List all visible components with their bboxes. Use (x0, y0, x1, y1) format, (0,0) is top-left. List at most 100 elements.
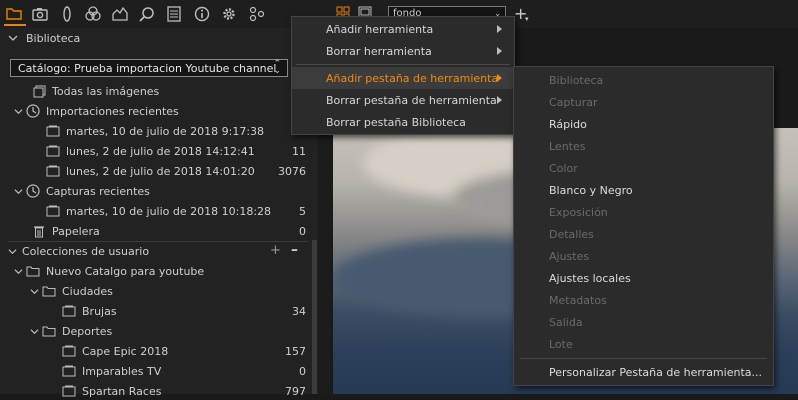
context-menu: Añadir herramienta Borrar herramienta Añ… (291, 16, 515, 135)
menu-separator (296, 64, 510, 65)
list-item-count: 0 (299, 224, 306, 238)
chevron-down-icon[interactable] (14, 187, 26, 196)
user-collections-header[interactable]: Colecciones de usuario + – (8, 242, 318, 260)
camera-icon[interactable] (31, 5, 49, 23)
menu-item-remove-library-tab[interactable]: Borrar pestaña Biblioteca (292, 111, 514, 133)
menu-item-add-tool-tab[interactable]: Añadir pestaña de herramienta (292, 67, 514, 89)
submenu-item-label: Color (549, 161, 578, 175)
submenu-item-exposicion: Exposición (514, 201, 773, 223)
submenu-item-label: Personalizar Pestaña de herramienta... (549, 365, 762, 379)
album-icon (62, 344, 76, 358)
collection-count: 0 (299, 364, 306, 378)
list-item-label: martes, 10 de julio de 2018 10:18:28 (66, 204, 272, 218)
submenu-item-label: Biblioteca (549, 73, 604, 87)
catalog-select[interactable]: Catálogo: Prueba importacion Youtube cha… (10, 59, 288, 77)
list-item-label: martes, 10 de julio de 2018 9:17:38 (66, 124, 265, 138)
menu-item-remove-tool-tab[interactable]: Borrar pestaña de herramienta (292, 89, 514, 111)
submenu-item-label: Ajustes (549, 249, 590, 263)
collection-group[interactable]: Deportes (30, 322, 318, 340)
submenu-item-label: Ajustes locales (549, 271, 631, 285)
submenu-item-color: Color (514, 157, 773, 179)
submenu-item-label: Exposición (549, 205, 608, 219)
collection-album[interactable]: Spartan Races 797 (62, 382, 318, 400)
collection-label: Cape Epic 2018 (82, 344, 169, 358)
chevron-down-icon[interactable] (30, 327, 42, 336)
collection-album[interactable]: Cape Epic 2018 157 (62, 342, 318, 360)
list-item-capture[interactable]: martes, 10 de julio de 2018 10:18:28 5 (46, 202, 318, 220)
list-item-label: Papelera (52, 224, 100, 238)
details-icon[interactable] (165, 5, 183, 23)
submenu-item-label: Metadatos (549, 293, 607, 307)
submenu-item-label: Blanco y Negro (549, 183, 633, 197)
collection-count: 34 (292, 304, 306, 318)
collection-label: Nuevo Catalgo para youtube (46, 264, 205, 278)
image-stack-icon (46, 204, 60, 218)
library-section-title: Biblioteca (26, 32, 81, 45)
submenu-item-biblioteca: Biblioteca (514, 69, 773, 91)
info-icon[interactable] (193, 5, 211, 23)
list-item-recent-captures[interactable]: Capturas recientes (14, 182, 318, 200)
collection-group[interactable]: Ciudades (30, 282, 318, 300)
plugins-icon[interactable] (248, 5, 266, 23)
chevron-down-icon[interactable] (14, 267, 26, 276)
list-item-label: Todas las imágenes (52, 84, 160, 98)
list-item-trash[interactable]: Papelera 0 (32, 222, 318, 240)
collection-project[interactable]: Nuevo Catalgo para youtube (14, 262, 318, 280)
submenu-item-customize[interactable]: Personalizar Pestaña de herramienta... (514, 361, 773, 383)
submenu-item-ajustes: Ajustes (514, 245, 773, 267)
submenu-arrow-icon (497, 74, 502, 82)
list-item-import[interactable]: lunes, 2 de julio de 2018 14:01:20 3076 (46, 162, 318, 180)
album-icon (62, 364, 76, 378)
submenu-item-metadatos: Metadatos (514, 289, 773, 311)
menu-separator (520, 358, 767, 359)
list-item-label: Importaciones recientes (46, 104, 179, 118)
list-item-count: 11 (292, 144, 306, 158)
collection-label: Spartan Races (82, 384, 162, 398)
menu-item-label: Borrar herramienta (326, 44, 432, 58)
submenu-item-label: Salida (549, 315, 583, 329)
submenu-item-rapido[interactable]: Rápido (514, 113, 773, 135)
library-scrollbar[interactable] (312, 240, 317, 394)
add-collection-icon[interactable]: + (270, 243, 281, 258)
exposure-icon[interactable] (111, 5, 129, 23)
list-item-label: lunes, 2 de julio de 2018 14:01:20 (66, 164, 255, 178)
menu-item-label: Añadir pestaña de herramienta (326, 71, 499, 85)
collection-album[interactable]: Imparables TV 0 (62, 362, 318, 380)
list-item-recent-imports[interactable]: Importaciones recientes (14, 102, 318, 120)
chevron-down-icon[interactable] (8, 247, 22, 256)
folder-icon (42, 284, 56, 298)
submenu-item-blanco-y-negro[interactable]: Blanco y Negro (514, 179, 773, 201)
select-arrows-icon: ⌃ ⌄ (273, 59, 281, 76)
menu-item-add-tool[interactable]: Añadir herramienta (292, 18, 514, 40)
submenu-arrow-icon (497, 47, 502, 55)
library-section-header[interactable]: Biblioteca (0, 28, 318, 50)
chevron-down-icon[interactable] (30, 287, 42, 296)
collection-count: 157 (285, 344, 306, 358)
list-item-all-images[interactable]: Todas las imágenes 30 (32, 82, 318, 100)
image-stack-icon (46, 164, 60, 178)
list-item-import[interactable]: martes, 10 de julio de 2018 9:17:38 8 (46, 122, 318, 140)
user-collections-title: Colecciones de usuario (22, 244, 150, 258)
list-item-count: 5 (299, 204, 306, 218)
submenu-item-label: Lentes (549, 139, 586, 153)
image-stack-icon (46, 124, 60, 138)
collection-album[interactable]: Brujas 34 (62, 302, 318, 320)
submenu-item-lote: Lote (514, 333, 773, 355)
clock-icon (26, 104, 40, 118)
menu-item-label: Borrar pestaña de herramienta (326, 93, 497, 107)
lens-icon[interactable] (58, 5, 76, 23)
gear-icon[interactable] (220, 5, 238, 23)
search-icon[interactable] (138, 5, 156, 23)
submenu-item-capturar: Capturar (514, 91, 773, 113)
list-item-import[interactable]: lunes, 2 de julio de 2018 14:12:41 11 (46, 142, 318, 160)
menu-item-remove-tool[interactable]: Borrar herramienta (292, 40, 514, 62)
folder-icon[interactable] (5, 5, 23, 23)
color-icon[interactable] (84, 5, 102, 23)
submenu-item-ajustes-locales[interactable]: Ajustes locales (514, 267, 773, 289)
chevron-down-icon[interactable] (14, 107, 26, 116)
chevron-down-icon[interactable] (8, 33, 18, 46)
menu-item-label: Borrar pestaña Biblioteca (326, 115, 466, 129)
submenu-item-detalles: Detalles (514, 223, 773, 245)
remove-collection-icon[interactable]: – (291, 242, 298, 258)
list-item-label: lunes, 2 de julio de 2018 14:12:41 (66, 144, 255, 158)
